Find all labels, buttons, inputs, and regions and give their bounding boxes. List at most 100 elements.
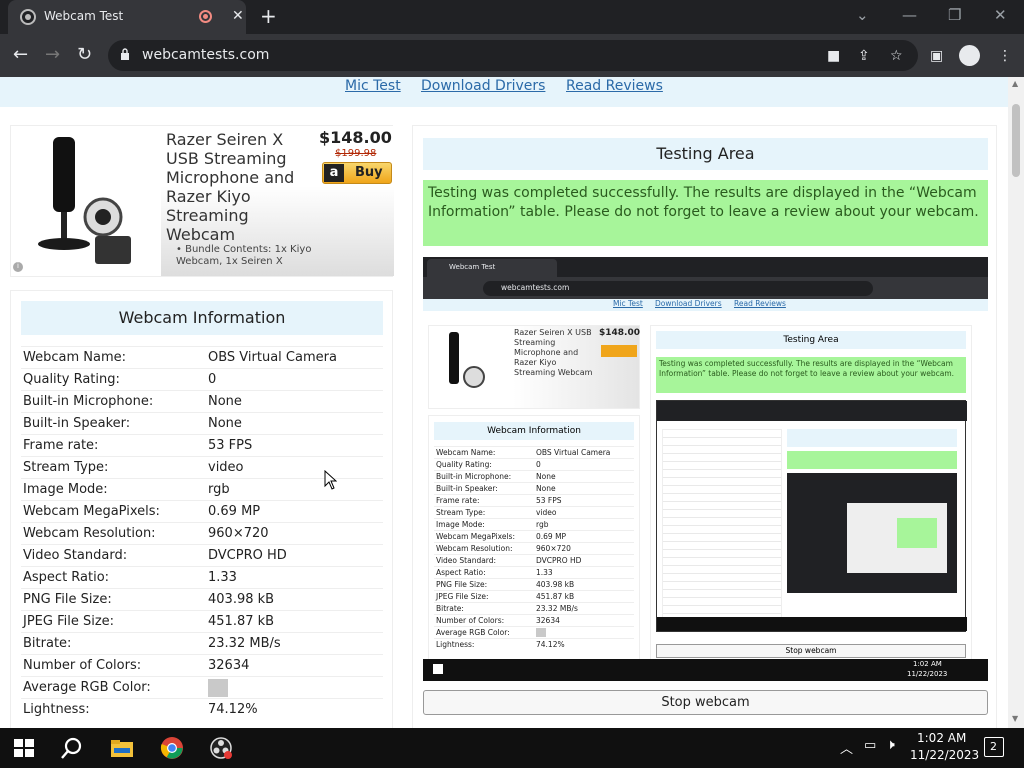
nav-link-read-reviews[interactable]: Read Reviews <box>566 78 663 94</box>
preview-table-row: Aspect Ratio: 1.33 <box>434 566 634 579</box>
restore-button[interactable]: ❐ <box>948 6 961 24</box>
info-value <box>206 676 383 699</box>
preview-nested-webcam <box>656 400 967 632</box>
page-scrollbar[interactable]: ▲ ▼ <box>1008 77 1024 728</box>
info-value: 1.33 <box>206 566 383 589</box>
preview-buy <box>601 345 637 357</box>
scroll-up-arrow-icon[interactable]: ▲ <box>1012 79 1018 88</box>
testing-area-panel: Testing Area Testing was completed succe… <box>412 125 997 728</box>
windows-start-icon[interactable] <box>12 736 36 760</box>
preview-info-key: Built-in Microphone: <box>434 470 534 483</box>
preview-info-key: Image Mode: <box>434 518 534 531</box>
preview-tab: Webcam Test <box>427 259 557 277</box>
preview-info-key: Number of Colors: <box>434 614 534 627</box>
close-window-button[interactable]: ✕ <box>994 6 1007 24</box>
side-panel-icon[interactable]: ▣ <box>930 48 943 64</box>
browser-toolbar: ← → ↻ webcamtests.com ■ ⇪ ☆ ▣ ⋮ <box>0 34 1024 77</box>
clock-date[interactable]: 11/22/2023 <box>910 748 979 762</box>
bookmark-star-icon[interactable]: ☆ <box>890 48 903 64</box>
web-page: Mic Test Download Drivers Read Reviews R… <box>0 77 1008 728</box>
tab-search-icon[interactable]: ⌄ <box>856 6 869 24</box>
webcam-preview: Webcam Test webcamtests.com Mic Test Dow… <box>423 257 988 681</box>
table-row: Lightness: 74.12% <box>21 698 383 721</box>
search-icon[interactable] <box>60 736 84 760</box>
minimize-button[interactable]: — <box>902 6 917 24</box>
close-tab-icon[interactable]: ✕ <box>232 8 244 24</box>
menu-kebab-icon[interactable]: ⋮ <box>998 48 1012 64</box>
ad-price: $148.00 <box>319 128 392 147</box>
preview-info-key: PNG File Size: <box>434 578 534 591</box>
stop-webcam-button[interactable]: Stop webcam <box>423 690 988 715</box>
table-row: Aspect Ratio: 1.33 <box>21 566 383 589</box>
info-value: 23.32 MB/s <box>206 632 383 655</box>
info-key: Video Standard: <box>21 544 206 567</box>
preview-info-key: Aspect Ratio: <box>434 566 534 579</box>
preview-ad-name: Razer Seiren X USB Streaming Microphone … <box>514 328 593 377</box>
address-bar[interactable]: webcamtests.com <box>108 40 918 71</box>
preview2-video <box>787 473 957 593</box>
info-key: Built-in Microphone: <box>21 390 206 413</box>
obs-studio-icon[interactable] <box>209 736 233 760</box>
camera-in-use-icon[interactable]: ■ <box>827 48 840 64</box>
profile-avatar-icon[interactable] <box>959 45 980 66</box>
preview-taskbar: 1:02 AM 11/22/2023 <box>423 659 988 681</box>
forward-button[interactable]: → <box>45 44 60 65</box>
volume-muted-icon[interactable]: 🕨 <box>886 737 895 753</box>
preview-nav-reviews: Read Reviews <box>734 299 786 308</box>
chrome-icon[interactable] <box>160 736 184 760</box>
new-tab-button[interactable]: + <box>260 4 277 28</box>
preview2-info <box>662 429 782 629</box>
preview-info-value: 403.98 kB <box>534 578 634 591</box>
avg-color-swatch <box>208 678 228 697</box>
preview-info-key: Frame rate: <box>434 494 534 507</box>
ad-product-name[interactable]: Razer Seiren X USB Streaming Microphone … <box>166 130 306 244</box>
preview-info-value: OBS Virtual Camera <box>534 446 634 459</box>
nav-link-download-drivers[interactable]: Download Drivers <box>421 78 545 94</box>
tab-webcam-test[interactable]: Webcam Test ✕ <box>8 0 246 34</box>
info-value: 74.12% <box>206 698 383 721</box>
preview-info-value: rgb <box>534 518 634 531</box>
info-key: Built-in Speaker: <box>21 412 206 435</box>
preview-info-value: None <box>534 482 634 495</box>
preview-table-row: JPEG File Size: 451.87 kB <box>434 590 634 603</box>
info-value: 53 FPS <box>206 434 383 457</box>
preview-info-value: None <box>534 470 634 483</box>
preview2-message <box>787 451 957 469</box>
tray-chevron-icon[interactable]: ︿ <box>840 738 853 757</box>
network-icon[interactable]: ▭ <box>864 738 876 753</box>
info-key: Frame rate: <box>21 434 206 457</box>
preview-info-key: Webcam MegaPixels: <box>434 530 534 543</box>
preview-info-key: Built-in Speaker: <box>434 482 534 495</box>
preview-info-value: 74.12% <box>534 638 634 651</box>
preview3-green <box>897 518 937 548</box>
back-button[interactable]: ← <box>13 44 28 65</box>
info-value: None <box>206 412 383 435</box>
share-icon[interactable]: ⇪ <box>858 48 870 64</box>
info-value: 403.98 kB <box>206 588 383 611</box>
mouse-cursor-icon <box>324 470 337 490</box>
preview-info-key: Lightness: <box>434 638 534 651</box>
preview-nav-drivers: Download Drivers <box>655 299 722 308</box>
clock-time[interactable]: 1:02 AM <box>917 731 966 745</box>
preview2-title-bar <box>787 429 957 447</box>
recording-indicator-icon <box>199 10 212 23</box>
scrollbar-thumb[interactable] <box>1012 104 1020 177</box>
windows-taskbar: ︿ ▭ 🕨 1:02 AM 11/22/2023 2 <box>0 728 1024 768</box>
info-key: Webcam MegaPixels: <box>21 500 206 523</box>
preview-table-row: Stream Type: video <box>434 506 634 519</box>
preview-stop-button: Stop webcam <box>656 644 966 658</box>
nav-link-mic-test[interactable]: Mic Test <box>345 78 401 94</box>
preview-info-key: Quality Rating: <box>434 458 534 471</box>
info-key: Bitrate: <box>21 632 206 655</box>
ad-info-icon[interactable]: i <box>13 262 23 272</box>
testing-area-title: Testing Area <box>423 138 988 170</box>
info-value: 32634 <box>206 654 383 677</box>
file-explorer-icon[interactable] <box>110 736 134 760</box>
scroll-down-arrow-icon[interactable]: ▼ <box>1012 714 1018 723</box>
amazon-buy-button[interactable]: a Buy <box>322 162 392 184</box>
preview-info-title: Webcam Information <box>434 422 634 440</box>
preview-info-value: 0.69 MP <box>534 530 634 543</box>
notifications-icon[interactable]: 2 <box>984 737 1004 757</box>
reload-button[interactable]: ↻ <box>77 44 92 65</box>
product-ad[interactable]: Razer Seiren X USB Streaming Microphone … <box>10 125 394 277</box>
